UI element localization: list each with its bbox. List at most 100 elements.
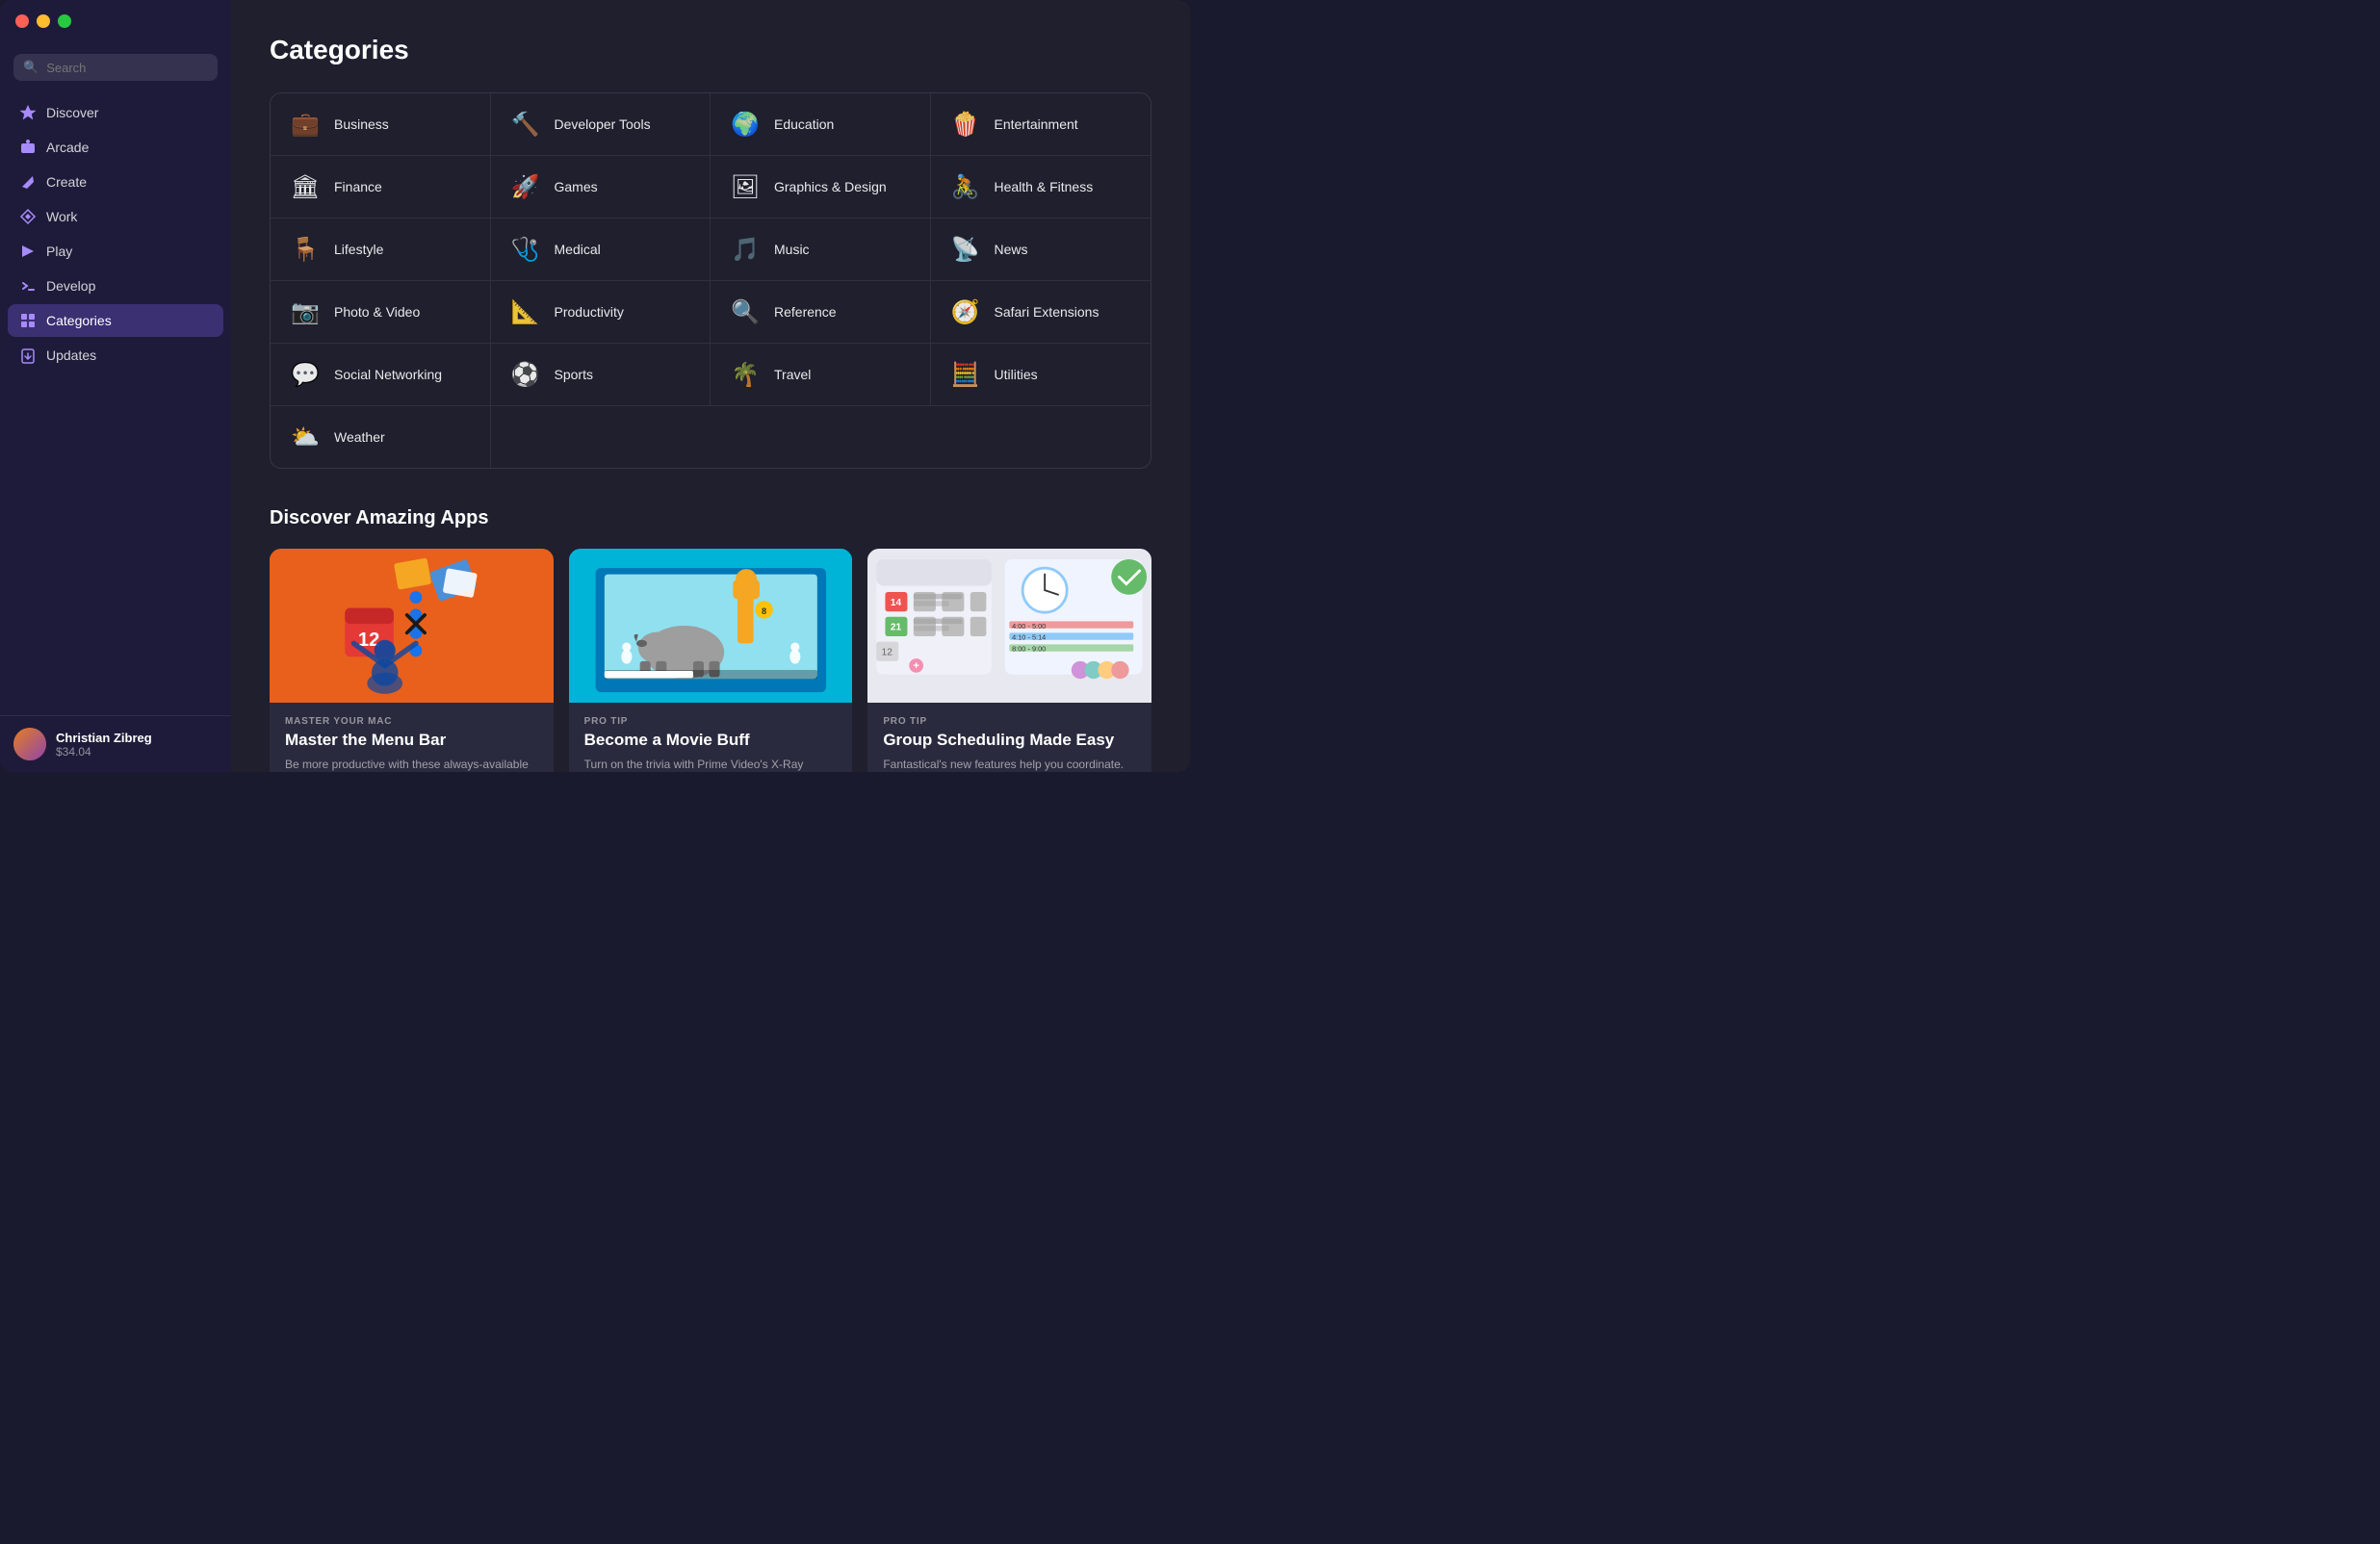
- svg-text:14: 14: [891, 598, 902, 608]
- category-icon-reference: 🔍: [728, 295, 763, 329]
- category-icon-social-networking: 💬: [288, 357, 323, 392]
- category-item-news[interactable]: 📡 News: [931, 219, 1151, 281]
- category-item-sports[interactable]: ⚽ Sports: [491, 344, 711, 406]
- minimize-button[interactable]: [37, 14, 50, 28]
- category-icon-news: 📡: [948, 232, 983, 267]
- user-info: Christian Zibreg $34.04: [56, 731, 152, 759]
- sidebar-item-develop[interactable]: Develop: [8, 270, 223, 302]
- category-item-health-fitness[interactable]: 🚴 Health & Fitness: [931, 156, 1151, 219]
- category-label-utilities: Utilities: [995, 367, 1038, 382]
- category-item-entertainment[interactable]: 🍿 Entertainment: [931, 93, 1151, 156]
- category-icon-entertainment: 🍿: [948, 107, 983, 142]
- sidebar-item-create[interactable]: Create: [8, 166, 223, 198]
- category-icon-medical: 🩺: [508, 232, 543, 267]
- category-icon-business: 💼: [288, 107, 323, 142]
- discover-grid: 12 MASTER YOUR MAC Master the Menu B: [270, 549, 1151, 772]
- category-item-productivity[interactable]: 📐 Productivity: [491, 281, 711, 344]
- category-label-photo-video: Photo & Video: [334, 304, 420, 320]
- sidebar-label-categories: Categories: [46, 313, 112, 328]
- sidebar-item-discover[interactable]: Discover: [8, 96, 223, 129]
- category-label-entertainment: Entertainment: [995, 116, 1078, 132]
- card-tag-card2: PRO TIP: [584, 716, 838, 727]
- category-item-weather[interactable]: ⛅ Weather: [271, 406, 491, 468]
- category-item-finance[interactable]: 🏛 Finance: [271, 156, 491, 219]
- category-item-business[interactable]: 💼 Business: [271, 93, 491, 156]
- category-item-photo-video[interactable]: 📷 Photo & Video: [271, 281, 491, 344]
- card-content-card2: PRO TIP Become a Movie Buff Turn on the …: [569, 703, 853, 772]
- svg-text:12: 12: [882, 647, 893, 657]
- category-icon-games: 🚀: [508, 169, 543, 204]
- sidebar-icon-play: [19, 243, 37, 260]
- main-content: Categories 💼 Business 🔨 Developer Tools …: [231, 0, 1190, 772]
- discover-card-card3[interactable]: 14 21: [867, 549, 1151, 772]
- category-item-utilities[interactable]: 🧮 Utilities: [931, 344, 1151, 406]
- category-item-reference[interactable]: 🔍 Reference: [711, 281, 931, 344]
- sidebar-label-create: Create: [46, 174, 87, 190]
- svg-text:+: +: [914, 660, 919, 672]
- sidebar-item-play[interactable]: Play: [8, 235, 223, 268]
- category-item-safari-extensions[interactable]: 🧭 Safari Extensions: [931, 281, 1151, 344]
- category-item-travel[interactable]: 🌴 Travel: [711, 344, 931, 406]
- sidebar-icon-develop: [19, 277, 37, 295]
- sidebar-item-categories[interactable]: Categories: [8, 304, 223, 337]
- card-title-card2: Become a Movie Buff: [584, 731, 838, 750]
- sidebar-label-updates: Updates: [46, 347, 96, 363]
- card-image-card1: 12: [270, 549, 554, 703]
- category-label-productivity: Productivity: [555, 304, 624, 320]
- search-icon: 🔍: [23, 60, 39, 75]
- category-label-music: Music: [774, 242, 810, 257]
- category-item-education[interactable]: 🌍 Education: [711, 93, 931, 156]
- category-icon-finance: 🏛: [288, 169, 323, 204]
- category-label-weather: Weather: [334, 429, 385, 445]
- search-container[interactable]: 🔍: [13, 54, 218, 81]
- sidebar-item-updates[interactable]: Updates: [8, 339, 223, 372]
- sidebar-label-arcade: Arcade: [46, 140, 89, 155]
- card-content-card1: MASTER YOUR MAC Master the Menu Bar Be m…: [270, 703, 554, 772]
- category-item-games[interactable]: 🚀 Games: [491, 156, 711, 219]
- titlebar: [0, 0, 231, 42]
- category-item-lifestyle[interactable]: 🪑 Lifestyle: [271, 219, 491, 281]
- close-button[interactable]: [15, 14, 29, 28]
- category-item-social-networking[interactable]: 💬 Social Networking: [271, 344, 491, 406]
- category-icon-travel: 🌴: [728, 357, 763, 392]
- sidebar-footer: Christian Zibreg $34.04: [0, 715, 231, 772]
- sidebar-nav: Discover Arcade Create Work Play Develop…: [0, 96, 231, 715]
- avatar: [13, 728, 46, 760]
- page-title: Categories: [270, 35, 1151, 65]
- card-title-card3: Group Scheduling Made Easy: [883, 731, 1136, 750]
- sidebar-icon-create: [19, 173, 37, 191]
- user-price: $34.04: [56, 745, 152, 759]
- category-item-developer-tools[interactable]: 🔨 Developer Tools: [491, 93, 711, 156]
- search-input[interactable]: [46, 61, 208, 75]
- svg-text:4:00 - 5:00: 4:00 - 5:00: [1012, 622, 1046, 630]
- category-label-safari-extensions: Safari Extensions: [995, 304, 1099, 320]
- category-label-social-networking: Social Networking: [334, 367, 442, 382]
- category-item-music[interactable]: 🎵 Music: [711, 219, 931, 281]
- category-icon-music: 🎵: [728, 232, 763, 267]
- category-label-news: News: [995, 242, 1028, 257]
- sidebar-icon-arcade: [19, 139, 37, 156]
- category-icon-graphics-design: 🖼: [728, 169, 763, 204]
- category-item-medical[interactable]: 🩺 Medical: [491, 219, 711, 281]
- category-label-games: Games: [555, 179, 598, 194]
- maximize-button[interactable]: [58, 14, 71, 28]
- category-label-lifestyle: Lifestyle: [334, 242, 383, 257]
- sidebar-icon-updates: [19, 347, 37, 364]
- discover-card-card1[interactable]: 12 MASTER YOUR MAC Master the Menu B: [270, 549, 554, 772]
- user-name: Christian Zibreg: [56, 731, 152, 745]
- card-tag-card1: MASTER YOUR MAC: [285, 716, 538, 727]
- category-icon-developer-tools: 🔨: [508, 107, 543, 142]
- category-icon-weather: ⛅: [288, 420, 323, 454]
- category-label-developer-tools: Developer Tools: [555, 116, 651, 132]
- card-desc-card1: Be more productive with these always-ava…: [285, 756, 538, 772]
- sidebar-label-play: Play: [46, 244, 72, 259]
- sidebar-item-work[interactable]: Work: [8, 200, 223, 233]
- card-image-card3: 14 21: [867, 549, 1151, 703]
- discover-card-card2[interactable]: 8 PRO TIP Become a Movie Buff Turn on th…: [569, 549, 853, 772]
- sidebar-item-arcade[interactable]: Arcade: [8, 131, 223, 164]
- category-label-sports: Sports: [555, 367, 593, 382]
- card-title-card1: Master the Menu Bar: [285, 731, 538, 750]
- category-item-graphics-design[interactable]: 🖼 Graphics & Design: [711, 156, 931, 219]
- category-icon-safari-extensions: 🧭: [948, 295, 983, 329]
- sidebar-label-work: Work: [46, 209, 77, 224]
